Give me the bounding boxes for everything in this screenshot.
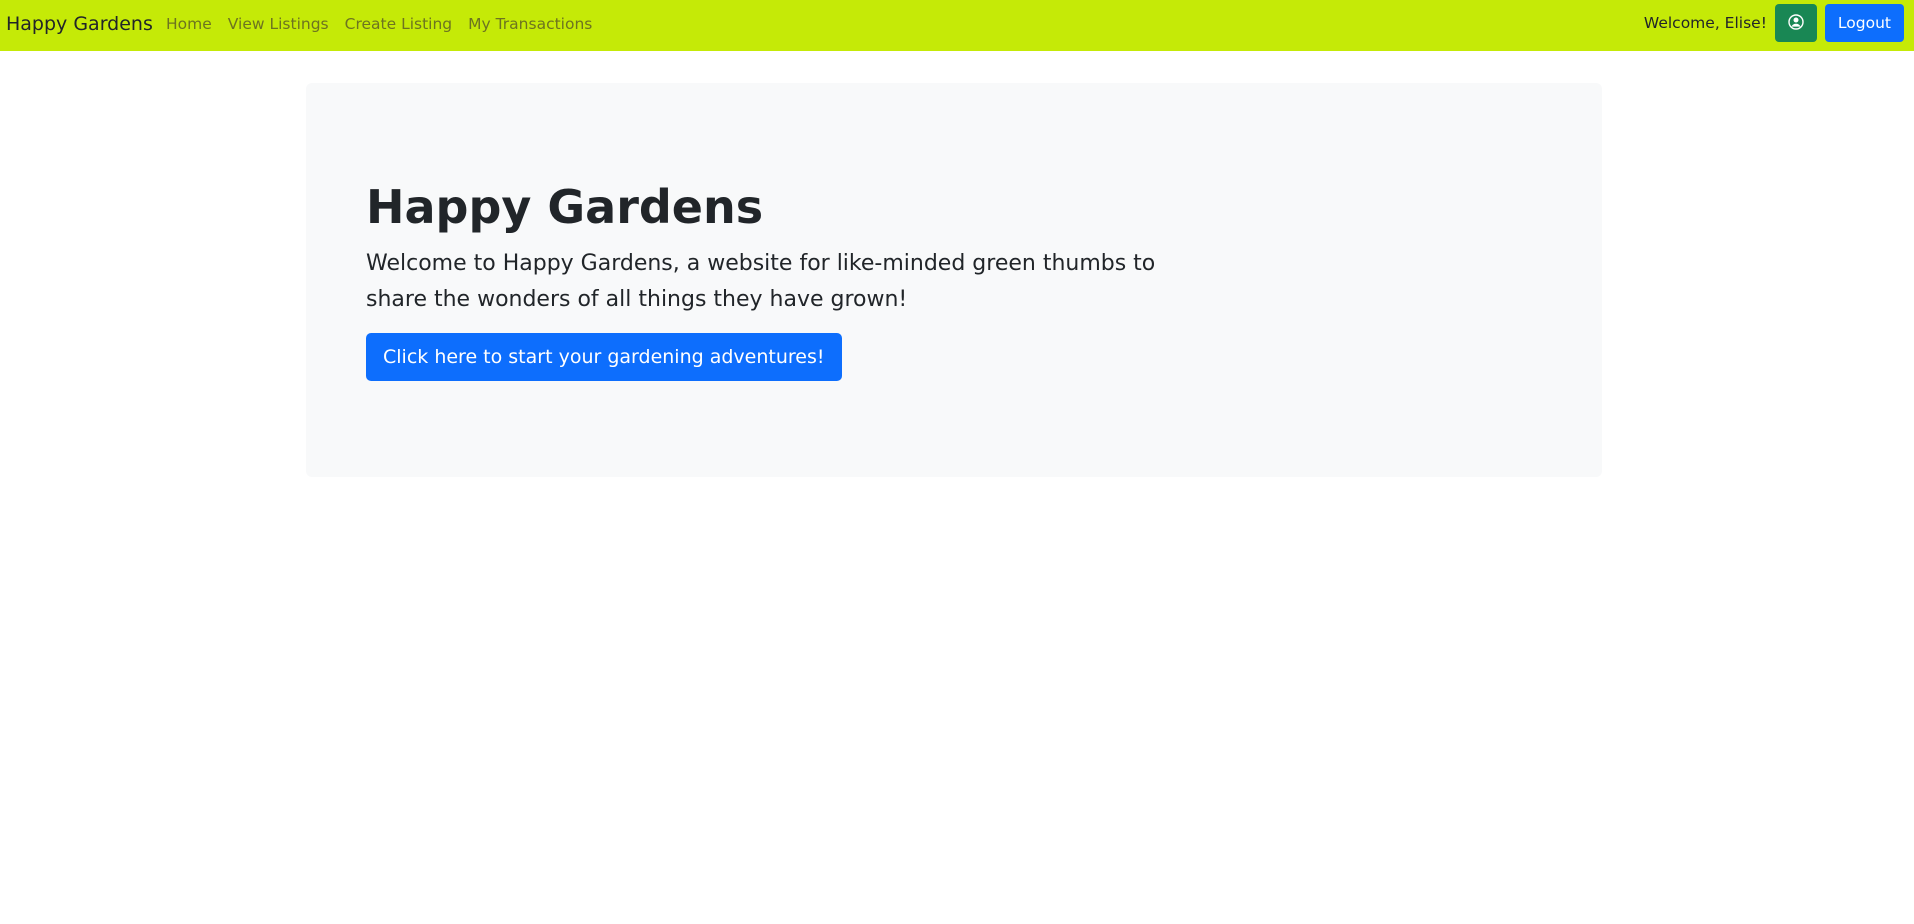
top-navbar: Happy Gardens Home View Listings Create … [0,0,1914,51]
user-circle-icon [1788,13,1804,33]
profile-button[interactable] [1774,4,1817,42]
nav-link-view-listings[interactable]: View Listings [228,14,329,34]
hero-title: Happy Gardens [366,180,764,234]
welcome-text: Welcome, Elise! [1643,14,1767,32]
nav-link-create-listing[interactable]: Create Listing [345,14,453,34]
nav-links: Home View Listings Create Listing My Tra… [166,14,608,34]
hero-lead-text: Welcome to Happy Gardens, a website for … [366,251,1156,312]
start-adventures-button[interactable]: Click here to start your gardening adven… [366,333,842,381]
nav-user-area: Welcome, Elise! Logout [1644,4,1904,42]
logout-button[interactable]: Logout [1824,4,1904,42]
nav-link-home[interactable]: Home [166,14,212,34]
brand-link[interactable]: Happy Gardens [6,12,153,36]
hero-jumbotron: Happy Gardens Welcome to Happy Gardens, … [306,83,1602,477]
nav-link-my-transactions[interactable]: My Transactions [468,14,592,34]
